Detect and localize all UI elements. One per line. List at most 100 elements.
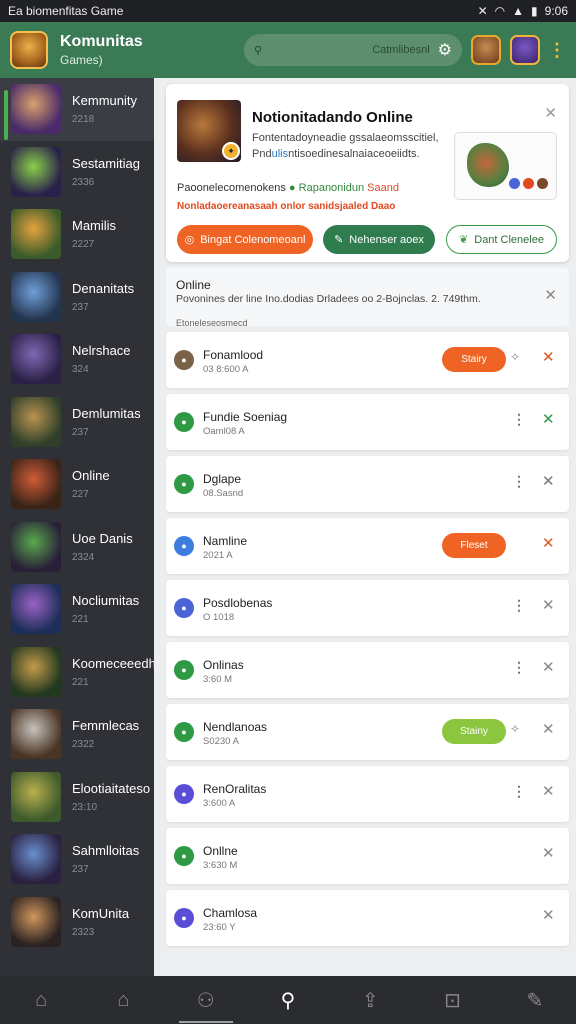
dismiss-icon[interactable]: ✕ (542, 658, 555, 676)
list-item[interactable]: ● Fundie Soeniag Oaml08 A ⋮ ✕ (166, 394, 569, 450)
search-input[interactable]: ⚲ Catmlibesnl ⚙ (244, 34, 462, 66)
featured-map-image[interactable] (454, 132, 557, 200)
upload-icon: ⇪ (361, 989, 379, 1012)
close-icon[interactable]: ✕ (544, 104, 557, 122)
close-icon[interactable]: ✕ (544, 286, 557, 304)
secondary-action-button[interactable]: ✎ Nehenser aoex (323, 225, 435, 254)
dismiss-icon[interactable]: ✕ (542, 720, 555, 738)
more-options-icon[interactable]: ⋮ (512, 783, 526, 800)
featured-meta: Paoonelecomenokens ● Rapanonidun Saand (177, 182, 399, 194)
list-item[interactable]: ● Nendlanoas S0230 A Stainy ✧ ✕ (166, 704, 569, 760)
sidebar-item[interactable]: Sahmlloitas 237 (0, 828, 154, 891)
dismiss-icon[interactable]: ✕ (542, 906, 555, 924)
sidebar-item[interactable]: KomUnita 2323 (0, 891, 154, 954)
dismiss-icon[interactable]: ✕ (542, 844, 555, 862)
status-icon: ● (174, 722, 194, 742)
sidebar-item[interactable]: Mamilis 2227 (0, 203, 154, 266)
map-graphic (467, 143, 509, 187)
battery-icon: ▮ (531, 4, 538, 18)
status-time: 9:06 (544, 4, 568, 18)
primary-action-button[interactable]: ◎ Bingat Colenomeoanl (177, 225, 313, 254)
more-options-icon[interactable]: ⋮ (512, 473, 526, 490)
dismiss-icon[interactable]: ✕ (542, 472, 555, 490)
status-icon: ● (174, 846, 194, 866)
sidebar-item[interactable]: Denanitats 237 (0, 266, 154, 329)
sidebar-item[interactable]: Nelrshace 324 (0, 328, 154, 391)
sidebar-item-count: 2324 (72, 551, 95, 563)
sidebar-item-label: Denanitats (72, 280, 135, 296)
sidebar-item[interactable]: Nocliumitas 221 (0, 578, 154, 641)
sidebar-item-text: Elootiaitateso 23:10 (72, 781, 150, 813)
sidebar-item[interactable]: Sestamitiag 2336 (0, 141, 154, 204)
sidebar-item[interactable]: Femmlecas 2322 (0, 703, 154, 766)
nav-item-upload[interactable]: ⇪ (329, 976, 411, 1024)
nav-item-edit[interactable]: ✎ (494, 976, 576, 1024)
status-title: Ea biomenfitas Game (8, 4, 124, 18)
outline-action-button[interactable]: ❦ Dant Clenelee (446, 225, 557, 254)
sidebar-item-text: Nelrshace 324 (72, 343, 131, 375)
secondary-action-label: Nehenser aoex (349, 233, 424, 246)
nav-item-inbox[interactable]: ⊡ (411, 976, 493, 1024)
list-item[interactable]: ● Dglape 08.Sasnd ⋮ ✕ (166, 456, 569, 512)
list-item[interactable]: ● Fonamlood 03 8:600 A Stairy ✧ ✕ (166, 332, 569, 388)
dismiss-icon[interactable]: ✕ (542, 534, 555, 552)
sparkle-icon[interactable]: ✧ (510, 350, 520, 364)
status-pill-button[interactable]: Fleset (442, 533, 506, 558)
signal-icon: ▲ (512, 4, 525, 18)
status-pill-button[interactable]: Stairy (442, 347, 506, 372)
gear-icon[interactable]: ⚙ (438, 40, 452, 60)
avatar-secondary[interactable] (510, 35, 540, 65)
avatar[interactable] (471, 35, 501, 65)
search-icon: ⚲ (280, 989, 296, 1012)
online-panel: Online Povonines der line Ino.dodias Drl… (166, 268, 569, 328)
list-item[interactable]: ● Chamlosa 23:60 Y ✕ (166, 890, 569, 946)
nav-item-home[interactable]: ⌂ (0, 976, 82, 1024)
sidebar-item-count: 221 (72, 676, 89, 688)
dismiss-icon[interactable]: ✕ (542, 348, 555, 366)
sidebar-item-count: 2323 (72, 926, 95, 938)
list-item[interactable]: ● Onlinas 3:60 M ⋮ ✕ (166, 642, 569, 698)
sidebar-item[interactable]: Kemmunity 2218 (0, 78, 154, 141)
badge-dot (537, 178, 548, 189)
status-icon: ● (174, 784, 194, 804)
app-logo[interactable] (10, 31, 48, 69)
dismiss-icon[interactable]: ✕ (542, 782, 555, 800)
nav-item-community[interactable]: ⚇ (165, 976, 247, 1024)
featured-card: ✦ Notionitadando Online ✕ Fontentadoynea… (166, 84, 569, 262)
list-item[interactable]: ● Onllne 3:630 M ✕ (166, 828, 569, 884)
sidebar-item-label: Elootiaitateso (72, 780, 151, 796)
more-menu-icon[interactable]: ⋮ (548, 40, 566, 61)
nav-underline (178, 1021, 233, 1023)
sparkle-icon[interactable]: ✧ (510, 722, 520, 736)
sidebar-item-count: 237 (72, 426, 89, 438)
sidebar-item[interactable]: Online 227 (0, 453, 154, 516)
meta-text: Paoonelecomenokens (177, 182, 286, 194)
sidebar-item-count: 221 (72, 614, 89, 626)
list-item-name: Chamlosa (203, 906, 258, 920)
sidebar-item-text: KomUnita 2323 (72, 906, 129, 938)
more-options-icon[interactable]: ⋮ (512, 659, 526, 676)
nav-item-house[interactable]: ⌂ (82, 976, 164, 1024)
sidebar-item[interactable]: Demlumitas 237 (0, 391, 154, 454)
sidebar-item-text: Sahmlloitas 237 (72, 843, 139, 875)
more-options-icon[interactable]: ⋮ (512, 411, 526, 428)
dismiss-icon[interactable]: ✕ (542, 410, 555, 428)
list-item[interactable]: ● RenOralitas 3:600 A ⋮ ✕ (166, 766, 569, 822)
primary-action-label: Bingat Colenomeoanl (200, 233, 306, 246)
sidebar-item[interactable]: Koomeceeedh 221 (0, 641, 154, 704)
sidebar-item[interactable]: Uoe Danis 2324 (0, 516, 154, 579)
sidebar-item-label: Femmlecas (72, 718, 140, 734)
search-icon: ⚲ (254, 44, 263, 57)
dismiss-icon[interactable]: ✕ (542, 596, 555, 614)
list-item-status: 08.Sasnd (203, 488, 244, 499)
sidebar-item[interactable]: Elootiaitateso 23:10 (0, 766, 154, 829)
meta-link[interactable]: Rapanonidun (299, 182, 364, 194)
list-item[interactable]: ● Posdlobenas O 1018 ⋮ ✕ (166, 580, 569, 636)
list-item[interactable]: ● Namline 2021 A Fleset ✕ (166, 518, 569, 574)
outline-action-label: Dant Clenelee (474, 233, 544, 246)
nav-item-search[interactable]: ⚲ (247, 976, 329, 1024)
status-icon: ● (174, 660, 194, 680)
sidebar: Kemmunity 2218 Sestamitiag 2336 Mamilis 2227 D… (0, 78, 154, 976)
more-options-icon[interactable]: ⋮ (512, 597, 526, 614)
status-pill-button[interactable]: Stainy (442, 719, 506, 744)
